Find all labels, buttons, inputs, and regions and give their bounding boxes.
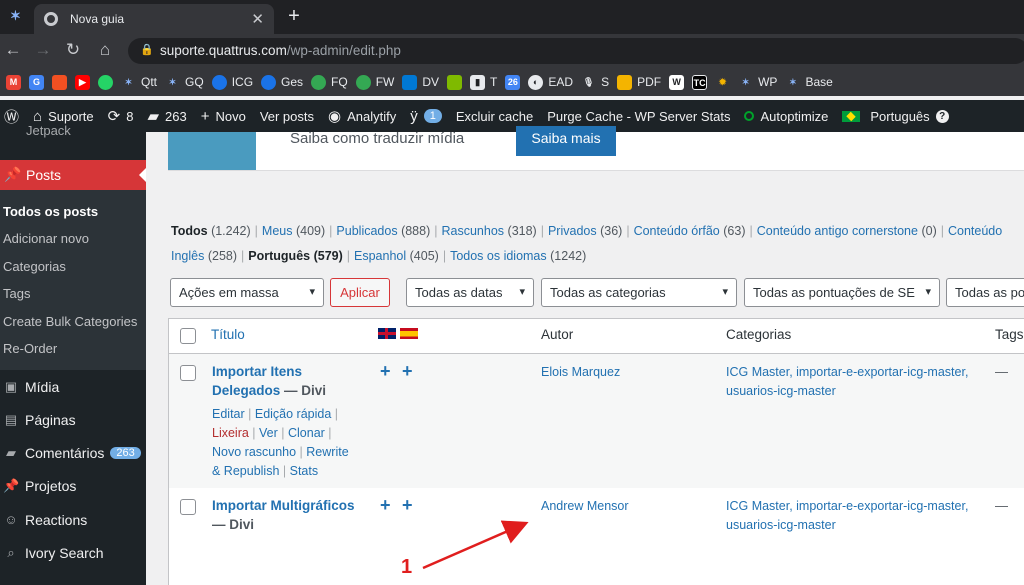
annotation-number: 1 <box>401 556 413 578</box>
annotation-arrow <box>422 520 529 570</box>
